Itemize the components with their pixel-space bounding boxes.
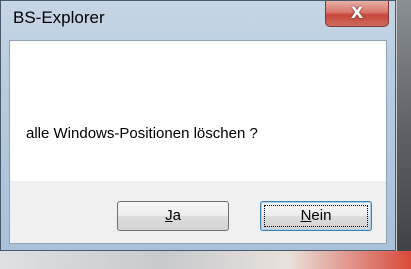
desktop-background-right (397, 0, 411, 269)
yes-button[interactable]: Ja (117, 201, 229, 231)
close-button[interactable]: X (325, 1, 389, 27)
dialog-message: alle Windows-Positionen löschen ? (26, 125, 258, 142)
no-button-label: Nein (301, 207, 332, 224)
desktop-background-bottom (0, 251, 411, 269)
yes-button-accelerator: J (165, 207, 173, 224)
message-dialog: BS-Explorer X alle Windows-Positionen lö… (0, 0, 396, 251)
dialog-client-area: alle Windows-Positionen löschen ? Ja Nei… (9, 40, 387, 244)
yes-button-label-rest: a (172, 207, 181, 224)
title-bar[interactable]: BS-Explorer X (1, 1, 395, 31)
window-title: BS-Explorer (13, 8, 105, 27)
no-button[interactable]: Nein (260, 201, 372, 231)
yes-button-label: Ja (165, 207, 181, 224)
no-button-accelerator: N (300, 207, 312, 224)
close-icon: X (350, 3, 364, 22)
message-area: alle Windows-Positionen löschen ? (10, 41, 386, 181)
no-button-label-rest: ein (311, 207, 332, 224)
